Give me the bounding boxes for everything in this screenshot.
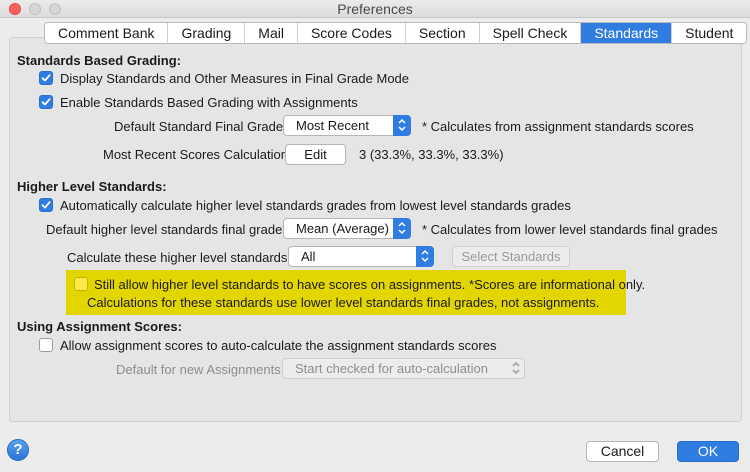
help-button[interactable]: ? [7,439,29,461]
default-new-assignments-label: Default for new Assignments: [116,362,285,377]
default-new-assignments-value: Start checked for auto-calculation [295,361,488,376]
tab-bar: Comment Bank Grading Mail Score Codes Se… [44,22,748,44]
enable-sbg-label: Enable Standards Based Grading with Assi… [60,95,358,110]
cancel-button[interactable]: Cancel [586,441,659,462]
default-new-assignments-select[interactable]: Start checked for auto-calculation [282,358,525,379]
tab-student[interactable]: Student [672,23,747,43]
allow-hls-scores-line1: Still allow higher level standards to ha… [94,277,646,292]
allow-assignment-scores-label: Allow assignment scores to auto-calculat… [60,338,497,353]
auto-calc-hls-checkbox[interactable] [39,198,53,212]
chevron-updown-icon [507,358,525,379]
auto-calc-hls-label: Automatically calculate higher level sta… [60,198,571,213]
chevron-updown-icon [393,115,411,136]
title-bar: Preferences [0,0,750,18]
default-final-grade-select[interactable]: Most Recent [283,115,411,136]
most-recent-calc-value: 3 (33.3%, 33.3%, 33.3%) [359,147,504,162]
display-standards-label: Display Standards and Other Measures in … [60,71,410,86]
default-final-grade-value: Most Recent [296,118,369,133]
allow-hls-scores-checkbox[interactable] [74,277,88,291]
enable-sbg-checkbox[interactable] [39,95,53,109]
allow-assignment-scores-checkbox[interactable] [39,338,53,352]
calculate-hls-label: Calculate these higher level standards: [67,250,292,265]
tab-spell-check[interactable]: Spell Check [479,23,582,43]
tab-standards[interactable]: Standards [581,23,673,43]
chevron-updown-icon [393,218,411,239]
hls-default-final-grade-label: Default higher level standards final gra… [46,222,291,237]
tab-mail[interactable]: Mail [245,23,298,43]
display-standards-checkbox[interactable] [39,71,53,85]
tab-score-codes[interactable]: Score Codes [297,23,406,43]
hls-section-title: Higher Level Standards: [17,179,167,194]
checkmark-icon [41,74,51,82]
default-final-grade-label: Default Standard Final Grade*: [114,119,292,134]
window-title: Preferences [337,1,413,17]
checkmark-icon [41,201,51,209]
tab-grading[interactable]: Grading [168,23,246,43]
select-standards-button[interactable]: Select Standards [452,246,570,267]
hls-default-final-grade-select[interactable]: Mean (Average) [283,218,411,239]
calculate-hls-value: All [301,249,316,264]
hls-default-final-grade-note: * Calculates from lower level standards … [422,222,718,237]
allow-hls-scores-line2: Calculations for these standards use low… [87,295,600,310]
chevron-updown-icon [416,246,434,267]
checkmark-icon [41,98,51,106]
calculate-hls-select[interactable]: All [288,246,434,267]
default-final-grade-note: * Calculates from assignment standards s… [422,119,694,134]
tab-section[interactable]: Section [405,23,480,43]
most-recent-calc-label: Most Recent Scores Calculation: [103,147,292,162]
ok-button[interactable]: OK [677,441,739,462]
hls-default-final-grade-value: Mean (Average) [296,221,389,236]
tab-comment-bank[interactable]: Comment Bank [45,23,169,43]
preferences-window: Preferences Comment Bank Grading Mail Sc… [0,0,750,472]
uas-section-title: Using Assignment Scores: [17,319,182,334]
edit-button[interactable]: Edit [285,144,346,165]
sbg-section-title: Standards Based Grading: [17,53,181,68]
